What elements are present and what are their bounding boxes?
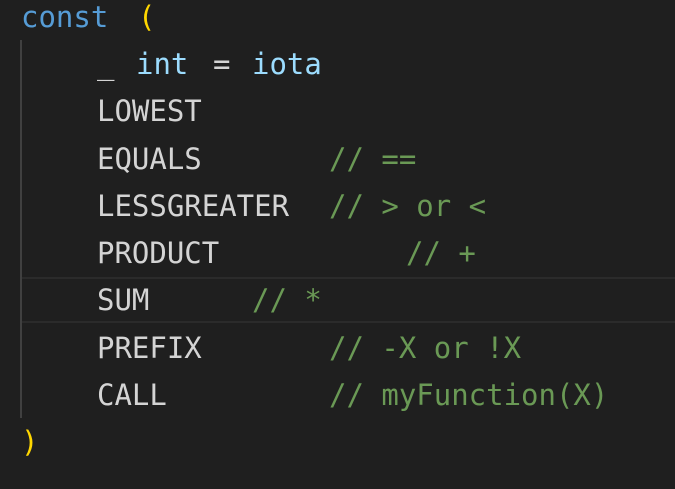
code-line-9[interactable]: CALL // myFunction(X) [0, 372, 675, 419]
code-comment: // + [406, 236, 476, 270]
code-comment: // * [252, 283, 322, 317]
code-comment: // == [329, 142, 417, 176]
code-line-5[interactable]: LESSGREATER // > or < [0, 183, 675, 230]
iota-value: iota [252, 47, 322, 81]
code-line-1[interactable]: const ( [0, 0, 675, 41]
close-paren: ) [21, 425, 39, 459]
code-line-6[interactable]: PRODUCT // + [0, 230, 675, 277]
code-editor[interactable]: const ( _ int = iota LOWEST EQUALS // ==… [0, 0, 675, 489]
code-line-3[interactable]: LOWEST [0, 88, 675, 135]
constant-name: CALL [97, 378, 167, 412]
constant-name: EQUALS [97, 142, 202, 176]
blank-identifier: _ [97, 47, 115, 81]
code-line-10[interactable]: ) [0, 419, 675, 466]
code-comment: // myFunction(X) [329, 378, 609, 412]
constant-name: PREFIX [97, 331, 202, 365]
code-line-8[interactable]: PREFIX // -X or !X [0, 325, 675, 372]
assign-operator: = [213, 47, 231, 81]
code-comment: // > or < [329, 189, 487, 223]
constant-name: LOWEST [97, 94, 202, 128]
code-line-2[interactable]: _ int = iota [0, 41, 675, 88]
code-comment: // -X or !X [329, 331, 522, 365]
constant-name: PRODUCT [97, 236, 220, 270]
const-keyword: const [21, 0, 109, 34]
constant-name: LESSGREATER [97, 189, 290, 223]
open-paren: ( [138, 0, 156, 34]
int-type: int [136, 47, 189, 81]
code-line-4[interactable]: EQUALS // == [0, 136, 675, 183]
constant-name: SUM [97, 283, 150, 317]
code-line-7[interactable]: SUM // * [0, 277, 675, 324]
